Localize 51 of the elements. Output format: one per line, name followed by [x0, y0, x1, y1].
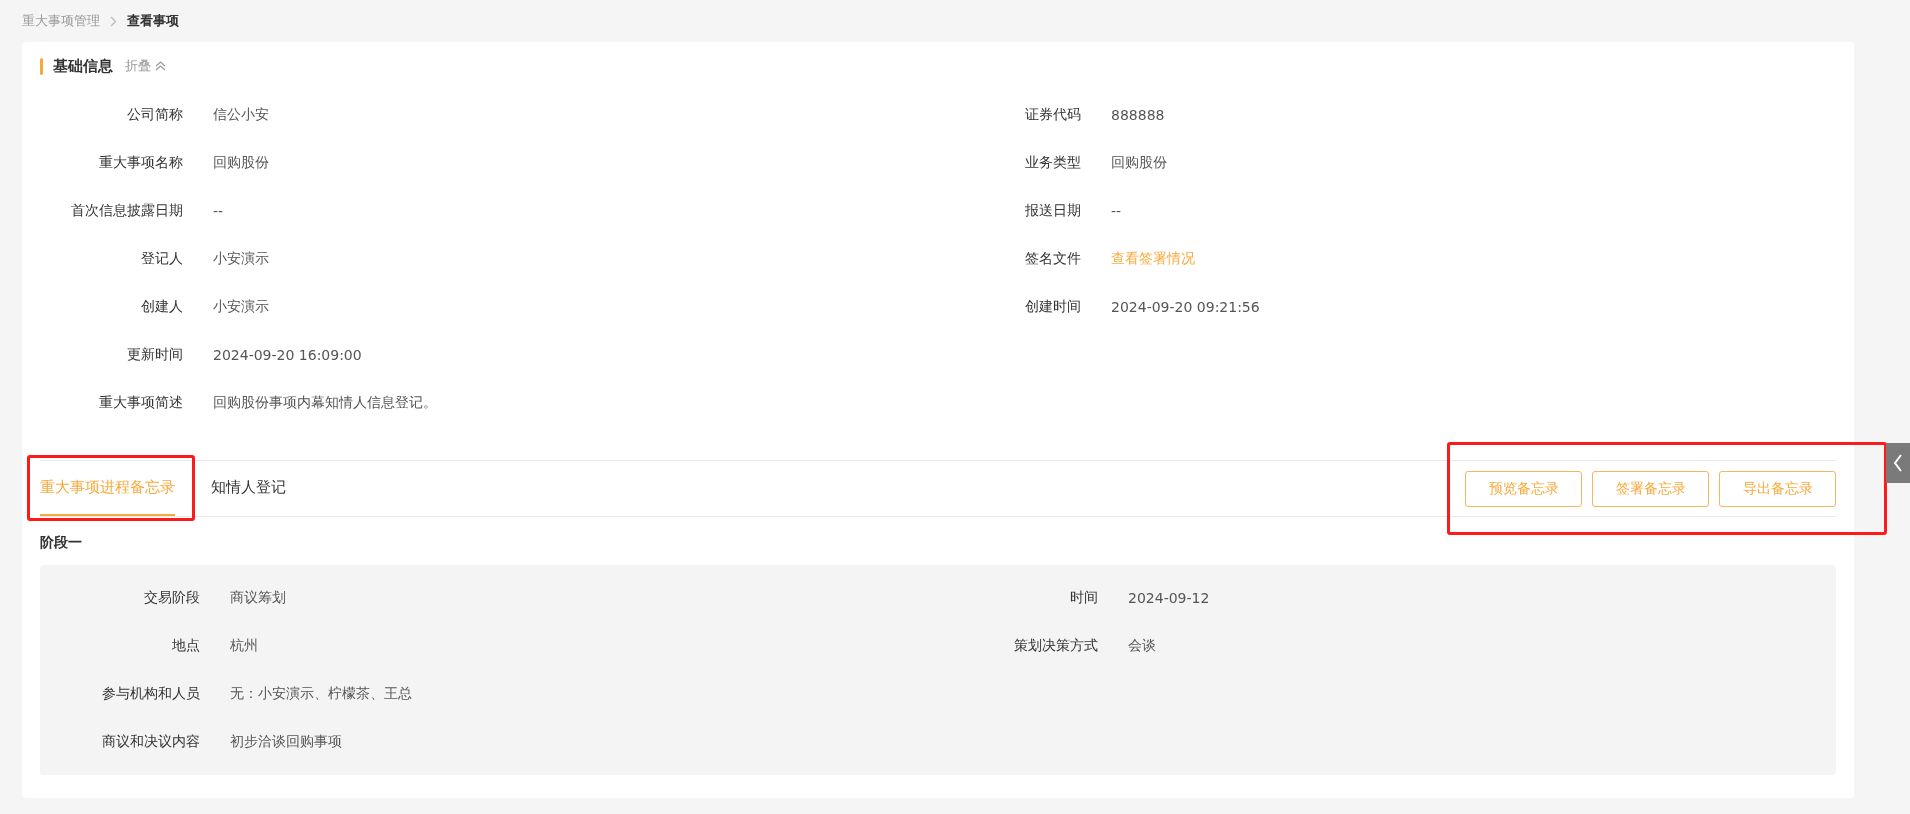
side-panel-toggle[interactable] — [1886, 443, 1910, 483]
action-button[interactable]: 导出备忘录 — [1719, 470, 1836, 507]
field-label: 参与机构和人员 — [101, 685, 200, 703]
field-value: 商议筹划 — [230, 589, 286, 607]
breadcrumb-item[interactable]: 重大事项管理 — [22, 12, 100, 30]
field-label: 创建人 — [140, 298, 183, 316]
field-label: 重大事项简述 — [98, 394, 183, 412]
field-value: 初步洽谈回购事项 — [230, 733, 342, 751]
field-label: 公司简称 — [126, 106, 183, 124]
breadcrumb-item: 查看事项 — [127, 12, 179, 30]
field-value: 杭州 — [230, 637, 258, 655]
action-button[interactable]: 签署备忘录 — [1592, 470, 1709, 507]
field-label: 创建时间 — [1024, 298, 1081, 316]
field-label: 策划决策方式 — [1013, 637, 1098, 655]
chevron-right-icon — [110, 15, 117, 27]
field-value: 888888 — [1111, 107, 1165, 123]
field-label: 首次信息披露日期 — [70, 202, 183, 220]
field-label: 登记人 — [140, 250, 183, 268]
section-title: 基础信息 — [53, 56, 113, 76]
field-value: 2024-09-20 09:21:56 — [1111, 299, 1260, 315]
field-label: 签名文件 — [1024, 250, 1081, 268]
field-value: 无：小安演示、柠檬茶、王总 — [230, 685, 412, 703]
tab[interactable]: 重大事项进程备忘录 — [40, 461, 175, 516]
field-value: 小安演示 — [213, 298, 269, 316]
field-label: 证券代码 — [1024, 106, 1081, 124]
field-label: 交易阶段 — [143, 589, 200, 607]
field-label: 更新时间 — [126, 346, 183, 364]
double-chevron-icon — [155, 61, 166, 71]
action-button[interactable]: 预览备忘录 — [1465, 470, 1582, 507]
stage-title: 阶段一 — [40, 533, 83, 552]
field-label: 业务类型 — [1024, 154, 1081, 172]
tab[interactable]: 知情人登记 — [211, 461, 286, 516]
field-value: 小安演示 — [213, 250, 269, 268]
accent-bar — [40, 57, 43, 75]
field-label: 商议和决议内容 — [101, 733, 200, 751]
field-value: -- — [213, 203, 224, 219]
field-value: 回购股份 — [1111, 154, 1167, 172]
field-label: 地点 — [171, 637, 200, 655]
field-value: 回购股份 — [213, 154, 269, 172]
field-value: 2024-09-12 — [1128, 590, 1210, 606]
field-value: 回购股份事项内幕知情人信息登记。 — [213, 394, 437, 412]
field-label: 时间 — [1069, 589, 1098, 607]
chevron-left-icon — [1893, 454, 1903, 472]
field-label: 重大事项名称 — [98, 154, 183, 172]
field-label: 报送日期 — [1024, 202, 1081, 220]
field-value: 会谈 — [1128, 637, 1156, 655]
field-link[interactable]: 查看签署情况 — [1111, 250, 1195, 268]
field-value: 2024-09-20 16:09:00 — [213, 347, 362, 363]
field-value: 信公小安 — [213, 106, 269, 124]
field-value: -- — [1111, 203, 1122, 219]
collapse-button[interactable]: 折叠 — [125, 57, 166, 75]
